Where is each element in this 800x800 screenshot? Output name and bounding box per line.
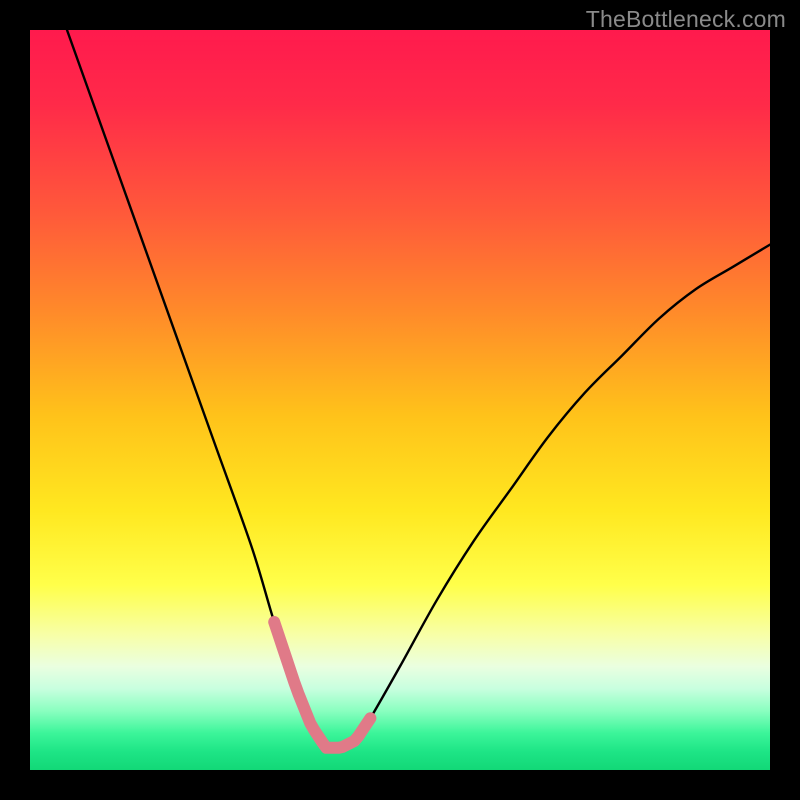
bottleneck-chart <box>0 0 800 800</box>
watermark-text: TheBottleneck.com <box>586 6 786 33</box>
chart-frame: TheBottleneck.com <box>0 0 800 800</box>
gradient-background <box>30 30 770 770</box>
